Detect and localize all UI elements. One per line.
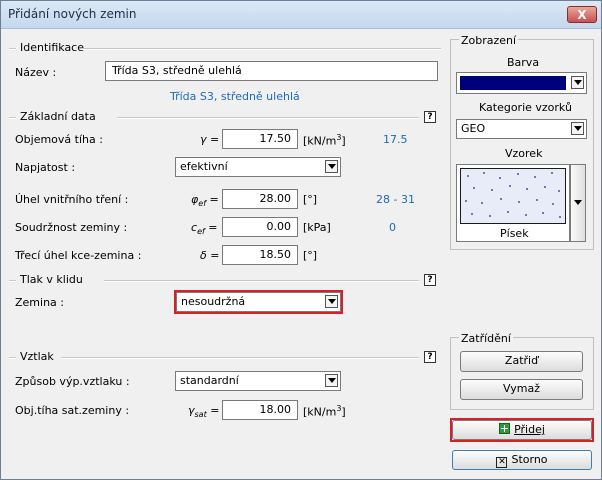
- stress-state-label: Napjatost :: [15, 161, 76, 174]
- divider: [9, 357, 16, 359]
- gamma-symbol: γ =: [200, 133, 220, 146]
- friction-angle-hint: 28 - 31: [376, 193, 415, 206]
- category-label: Kategorie vzorků: [479, 101, 572, 114]
- sat-weight-input[interactable]: 18.00: [222, 400, 298, 420]
- divider: [9, 117, 16, 119]
- name-input[interactable]: Třída S3, středně ulehlá: [105, 61, 438, 81]
- category-select[interactable]: GEO: [456, 119, 587, 139]
- friction-angle-label: Úhel vnitřního tření :: [15, 193, 129, 206]
- cohesion-input[interactable]: 0.00: [222, 217, 298, 237]
- chevron-down-icon[interactable]: [571, 76, 584, 89]
- name-preview: Třída S3, středně ulehlá: [170, 90, 300, 103]
- close-button[interactable]: X: [567, 6, 597, 23]
- stress-state-select[interactable]: efektivní: [175, 157, 341, 177]
- window-title: Přidání nových zemin: [8, 7, 137, 21]
- gamma-sat-symbol: γsat =: [188, 404, 220, 420]
- section-basic-data: Základní data: [20, 110, 96, 123]
- color-select[interactable]: [456, 72, 587, 94]
- chevron-down-icon: [574, 200, 582, 205]
- section-earth-pressure: Tlak v klidu: [20, 273, 83, 286]
- sat-weight-unit: [kN/m3]: [303, 404, 346, 419]
- divider: [117, 117, 419, 119]
- sat-weight-label: Obj.tíha sat.zeminy :: [15, 404, 130, 417]
- uplift-method-value: standardní: [180, 374, 239, 387]
- cohesion-unit: [kPa]: [303, 221, 331, 234]
- help-uplift-icon[interactable]: ?: [424, 351, 436, 363]
- cohesion-symbol: cef =: [191, 221, 218, 237]
- struct-friction-unit: [°]: [303, 249, 318, 262]
- chevron-down-icon[interactable]: [325, 374, 338, 387]
- divider: [104, 280, 419, 282]
- cohesion-hint: 0: [389, 221, 396, 234]
- clear-button[interactable]: Vymaž: [460, 379, 583, 400]
- help-earth-pressure-icon[interactable]: ?: [424, 274, 436, 286]
- classify-button[interactable]: Zatřiď: [460, 351, 583, 372]
- divider: [9, 48, 16, 50]
- close-icon: ✕: [496, 457, 508, 468]
- dialog-window: Přidání nových zemin X Identifikace Náze…: [0, 0, 602, 480]
- chevron-down-icon[interactable]: [571, 122, 584, 135]
- divider: [9, 280, 16, 282]
- cohesion-label: Soudržnost zeminy :: [15, 221, 128, 234]
- unit-weight-hint: 17.5: [383, 133, 408, 146]
- section-display: Zobrazení: [459, 34, 519, 47]
- category-value: GEO: [461, 122, 486, 135]
- soil-type-label: Zemina :: [15, 296, 64, 309]
- phi-symbol: φef =: [191, 193, 219, 209]
- name-label: Název :: [15, 66, 57, 79]
- struct-friction-label: Třecí úhel kce-zemina :: [15, 249, 142, 262]
- pattern-label: Vzorek: [505, 147, 543, 160]
- uplift-method-select[interactable]: standardní: [175, 371, 341, 391]
- soil-type-value: nesoudržná: [181, 295, 246, 308]
- chevron-down-icon[interactable]: [325, 160, 338, 173]
- unit-weight-label: Objemová tíha :: [15, 133, 103, 146]
- friction-angle-unit: [°]: [303, 193, 318, 206]
- pattern-dropdown-button[interactable]: [570, 164, 586, 242]
- title-bar: Přidání nových zemin X: [1, 1, 601, 29]
- section-uplift: Vztlak: [20, 350, 54, 363]
- pattern-name: Písek: [500, 227, 529, 240]
- section-identification: Identifikace: [20, 41, 84, 54]
- color-label: Barva: [507, 56, 540, 69]
- chevron-down-icon[interactable]: [325, 295, 338, 308]
- section-classification: Zatřídění: [459, 332, 513, 345]
- divider: [81, 48, 441, 50]
- pattern-select[interactable]: Písek: [456, 164, 570, 242]
- plus-icon: [499, 423, 511, 434]
- help-basic-icon[interactable]: ?: [424, 111, 436, 123]
- sand-pattern-icon: [460, 168, 566, 224]
- unit-weight-input[interactable]: 17.50: [222, 129, 298, 149]
- cancel-button[interactable]: ✕ Storno: [452, 450, 592, 470]
- cancel-button-label: Storno: [511, 453, 548, 466]
- unit-weight-unit: [kN/m3]: [303, 133, 346, 148]
- friction-angle-input[interactable]: 28.00: [222, 189, 298, 209]
- stress-state-value: efektivní: [180, 160, 228, 173]
- soil-type-select[interactable]: nesoudržná: [176, 292, 341, 312]
- divider: [61, 357, 419, 359]
- struct-friction-input[interactable]: 18.50: [222, 245, 298, 265]
- color-swatch: [460, 76, 566, 90]
- add-button[interactable]: Přidej: [452, 420, 592, 440]
- delta-symbol: δ =: [200, 249, 220, 262]
- uplift-method-label: Způsob výp.vztlaku :: [15, 375, 130, 388]
- add-button-label: Přidej: [514, 423, 545, 436]
